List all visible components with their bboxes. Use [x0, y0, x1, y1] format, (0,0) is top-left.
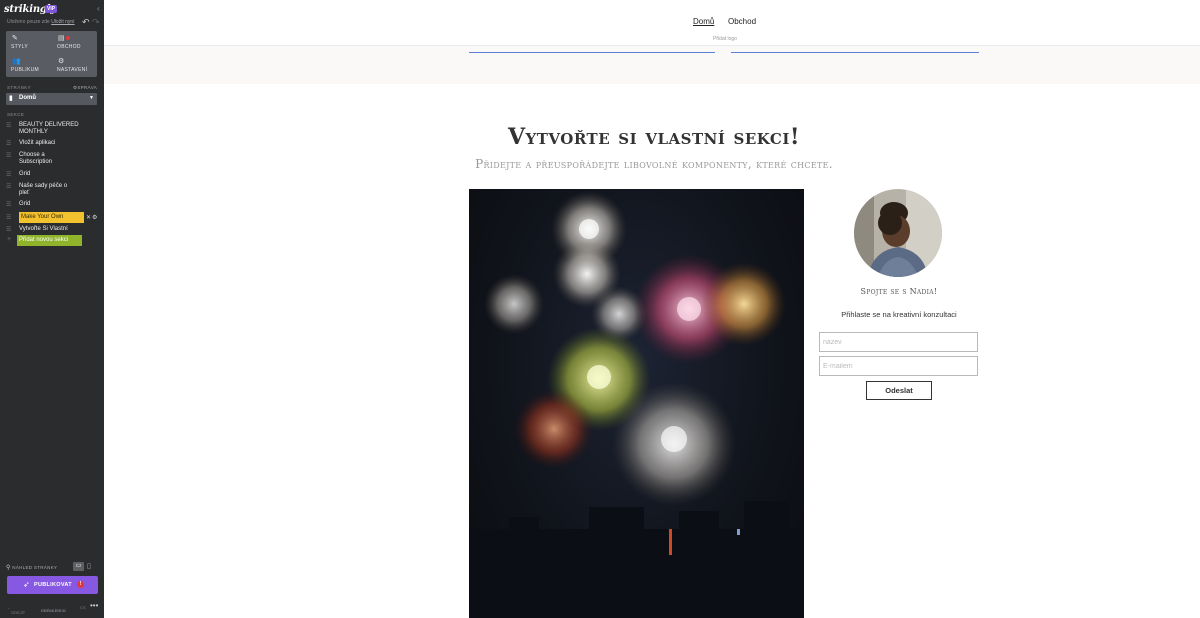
- exit-label: ODEJÍT: [11, 610, 26, 615]
- vip-badge: VIP: [45, 5, 58, 13]
- desktop-view-icon[interactable]: ▭: [73, 562, 84, 571]
- publish-button[interactable]: ➶ PUBLIKOVAT !: [7, 576, 98, 594]
- pages-label: STRÁNKY: [7, 85, 32, 90]
- rocket-icon: ➶: [23, 580, 30, 589]
- plus-icon: +: [7, 236, 12, 243]
- section-item-label: Naše sady péče o pleť: [19, 183, 68, 196]
- editor-app: strikingly VIP ‹ Uloženo pouze zde Uloži…: [0, 0, 1200, 618]
- page-preview-toggle[interactable]: ⚲ NÁHLED STRÁNKY: [6, 564, 57, 571]
- logo-guide-line-left: [469, 52, 715, 53]
- drag-handle-icon[interactable]: ☰: [6, 214, 11, 221]
- drag-handle-icon[interactable]: ☰: [6, 226, 11, 233]
- profile-avatar[interactable]: [854, 189, 942, 277]
- delete-section-icon[interactable]: ✕: [86, 214, 91, 221]
- palette-icon: ✎: [12, 35, 18, 42]
- chevron-down-icon: ▼: [89, 95, 94, 101]
- manage-pages-link[interactable]: ⚙SPRÁVA: [73, 85, 97, 91]
- add-logo-placeholder[interactable]: Přidat logo: [710, 36, 740, 42]
- section-settings-icon[interactable]: ⚙: [92, 214, 97, 221]
- collapse-sidebar-icon[interactable]: ‹: [97, 4, 100, 13]
- sidebar-bottom-bar: ← ODEJÍT UDĚLEJTE SI PROHLÍDKU CS •••: [0, 601, 104, 618]
- drag-handle-icon[interactable]: ☰: [6, 122, 11, 129]
- logo-strip: Přidat logo: [104, 36, 1200, 84]
- undo-icon[interactable]: ↶: [82, 17, 90, 28]
- nav-settings[interactable]: ⚙ NASTAVENÍ: [52, 54, 97, 77]
- mobile-view-icon[interactable]: ▯: [87, 562, 91, 570]
- page-icon: ▮: [9, 95, 13, 102]
- drag-handle-icon[interactable]: ☰: [6, 201, 11, 208]
- section-title[interactable]: Vytvořte si vlastní sekci!: [34, 124, 1200, 150]
- burst-orange: [702, 262, 786, 346]
- magnifier-icon: ⚲: [6, 565, 11, 571]
- fireworks-image[interactable]: [469, 189, 804, 618]
- publish-label: PUBLIKOVAT: [34, 582, 72, 588]
- current-page-label: Domů: [19, 95, 36, 101]
- publish-alert-badge: !: [77, 581, 84, 588]
- contact-heading[interactable]: Spojte se s Nadia!: [819, 287, 979, 296]
- sidebar-header: strikingly VIP ‹: [4, 3, 102, 17]
- save-now-link[interactable]: Uložit nyní: [51, 19, 74, 25]
- page-preview-label: NÁHLED STRÁNKY: [12, 565, 58, 570]
- logo-guide-line-right: [731, 52, 979, 53]
- gear-icon: ⚙: [58, 58, 65, 65]
- shopping-bag-icon: ▤: [58, 35, 65, 42]
- editor-nav-grid: ✎ STYLY ▤ OBCHOD 👥 PUBLIKUM ⚙ NASTAVENÍ: [6, 31, 97, 77]
- city-light: [737, 529, 740, 535]
- site-canvas: Domů Obchod Přidat logo Vytvořte si vlas…: [104, 0, 1200, 618]
- save-status: Uloženo pouze zde Uložit nyní: [7, 19, 75, 25]
- nav-store-label: OBCHOD: [57, 44, 81, 50]
- section-subtitle[interactable]: Přidejte a přeuspořádejte libovolné komp…: [34, 157, 1200, 171]
- store-notification-dot: [66, 36, 70, 40]
- nav-styles[interactable]: ✎ STYLY: [6, 31, 51, 54]
- nav-store[interactable]: ▤ OBCHOD: [52, 31, 97, 54]
- people-icon: 👥: [12, 58, 21, 65]
- name-input[interactable]: [819, 332, 978, 352]
- site-header: Domů Obchod: [104, 0, 1200, 46]
- exit-link[interactable]: ← ODEJÍT: [7, 605, 25, 614]
- page-select[interactable]: ▮ Domů ▼: [6, 93, 97, 105]
- submit-button[interactable]: Odeslat: [866, 381, 932, 400]
- nav-styles-label: STYLY: [11, 44, 28, 50]
- add-section-row: + Přidat novou sekci: [6, 235, 98, 246]
- redo-icon[interactable]: ↷: [92, 17, 100, 28]
- nav-audience[interactable]: 👥 PUBLIKUM: [6, 54, 51, 77]
- more-icon[interactable]: •••: [90, 602, 98, 609]
- sections-label: SEKCE: [7, 112, 25, 117]
- drag-handle-icon[interactable]: ☰: [6, 140, 11, 147]
- city-light: [669, 529, 672, 555]
- email-input[interactable]: [819, 356, 978, 376]
- save-status-text: Uloženo pouze zde: [7, 19, 50, 25]
- fireworks-illustration: [469, 191, 804, 618]
- section-item-label: Grid: [19, 171, 31, 177]
- manage-pages-label: SPRÁVA: [77, 85, 98, 90]
- section-item-label: Vytvořte Si Vlastní: [19, 226, 68, 232]
- drag-handle-icon[interactable]: ☰: [6, 183, 11, 190]
- burst-red-left: [514, 389, 594, 469]
- tour-label-2: PROHLÍDKU: [41, 608, 65, 613]
- nav-settings-label: NASTAVENÍ: [57, 67, 88, 73]
- language-switch[interactable]: CS: [80, 605, 86, 611]
- site-nav-store[interactable]: Obchod: [728, 17, 756, 26]
- burst-white-bottom: [612, 382, 736, 506]
- avatar-illustration: [854, 189, 942, 277]
- section-item-label: Grid: [19, 201, 31, 207]
- drag-handle-icon[interactable]: ☰: [6, 171, 11, 178]
- city-silhouette: [469, 501, 804, 618]
- section-item-label: Make Your Own: [19, 212, 84, 223]
- form-title[interactable]: Přihlaste se na kreativní konzultaci: [819, 310, 979, 319]
- nav-audience-label: PUBLIKUM: [11, 67, 39, 73]
- add-section-button[interactable]: Přidat novou sekci: [17, 235, 82, 246]
- drag-handle-icon[interactable]: ☰: [6, 152, 11, 159]
- site-nav-home[interactable]: Domů: [693, 17, 714, 26]
- editor-sidebar: strikingly VIP ‹ Uloženo pouze zde Uloži…: [0, 0, 104, 618]
- burst-white-left: [484, 274, 544, 334]
